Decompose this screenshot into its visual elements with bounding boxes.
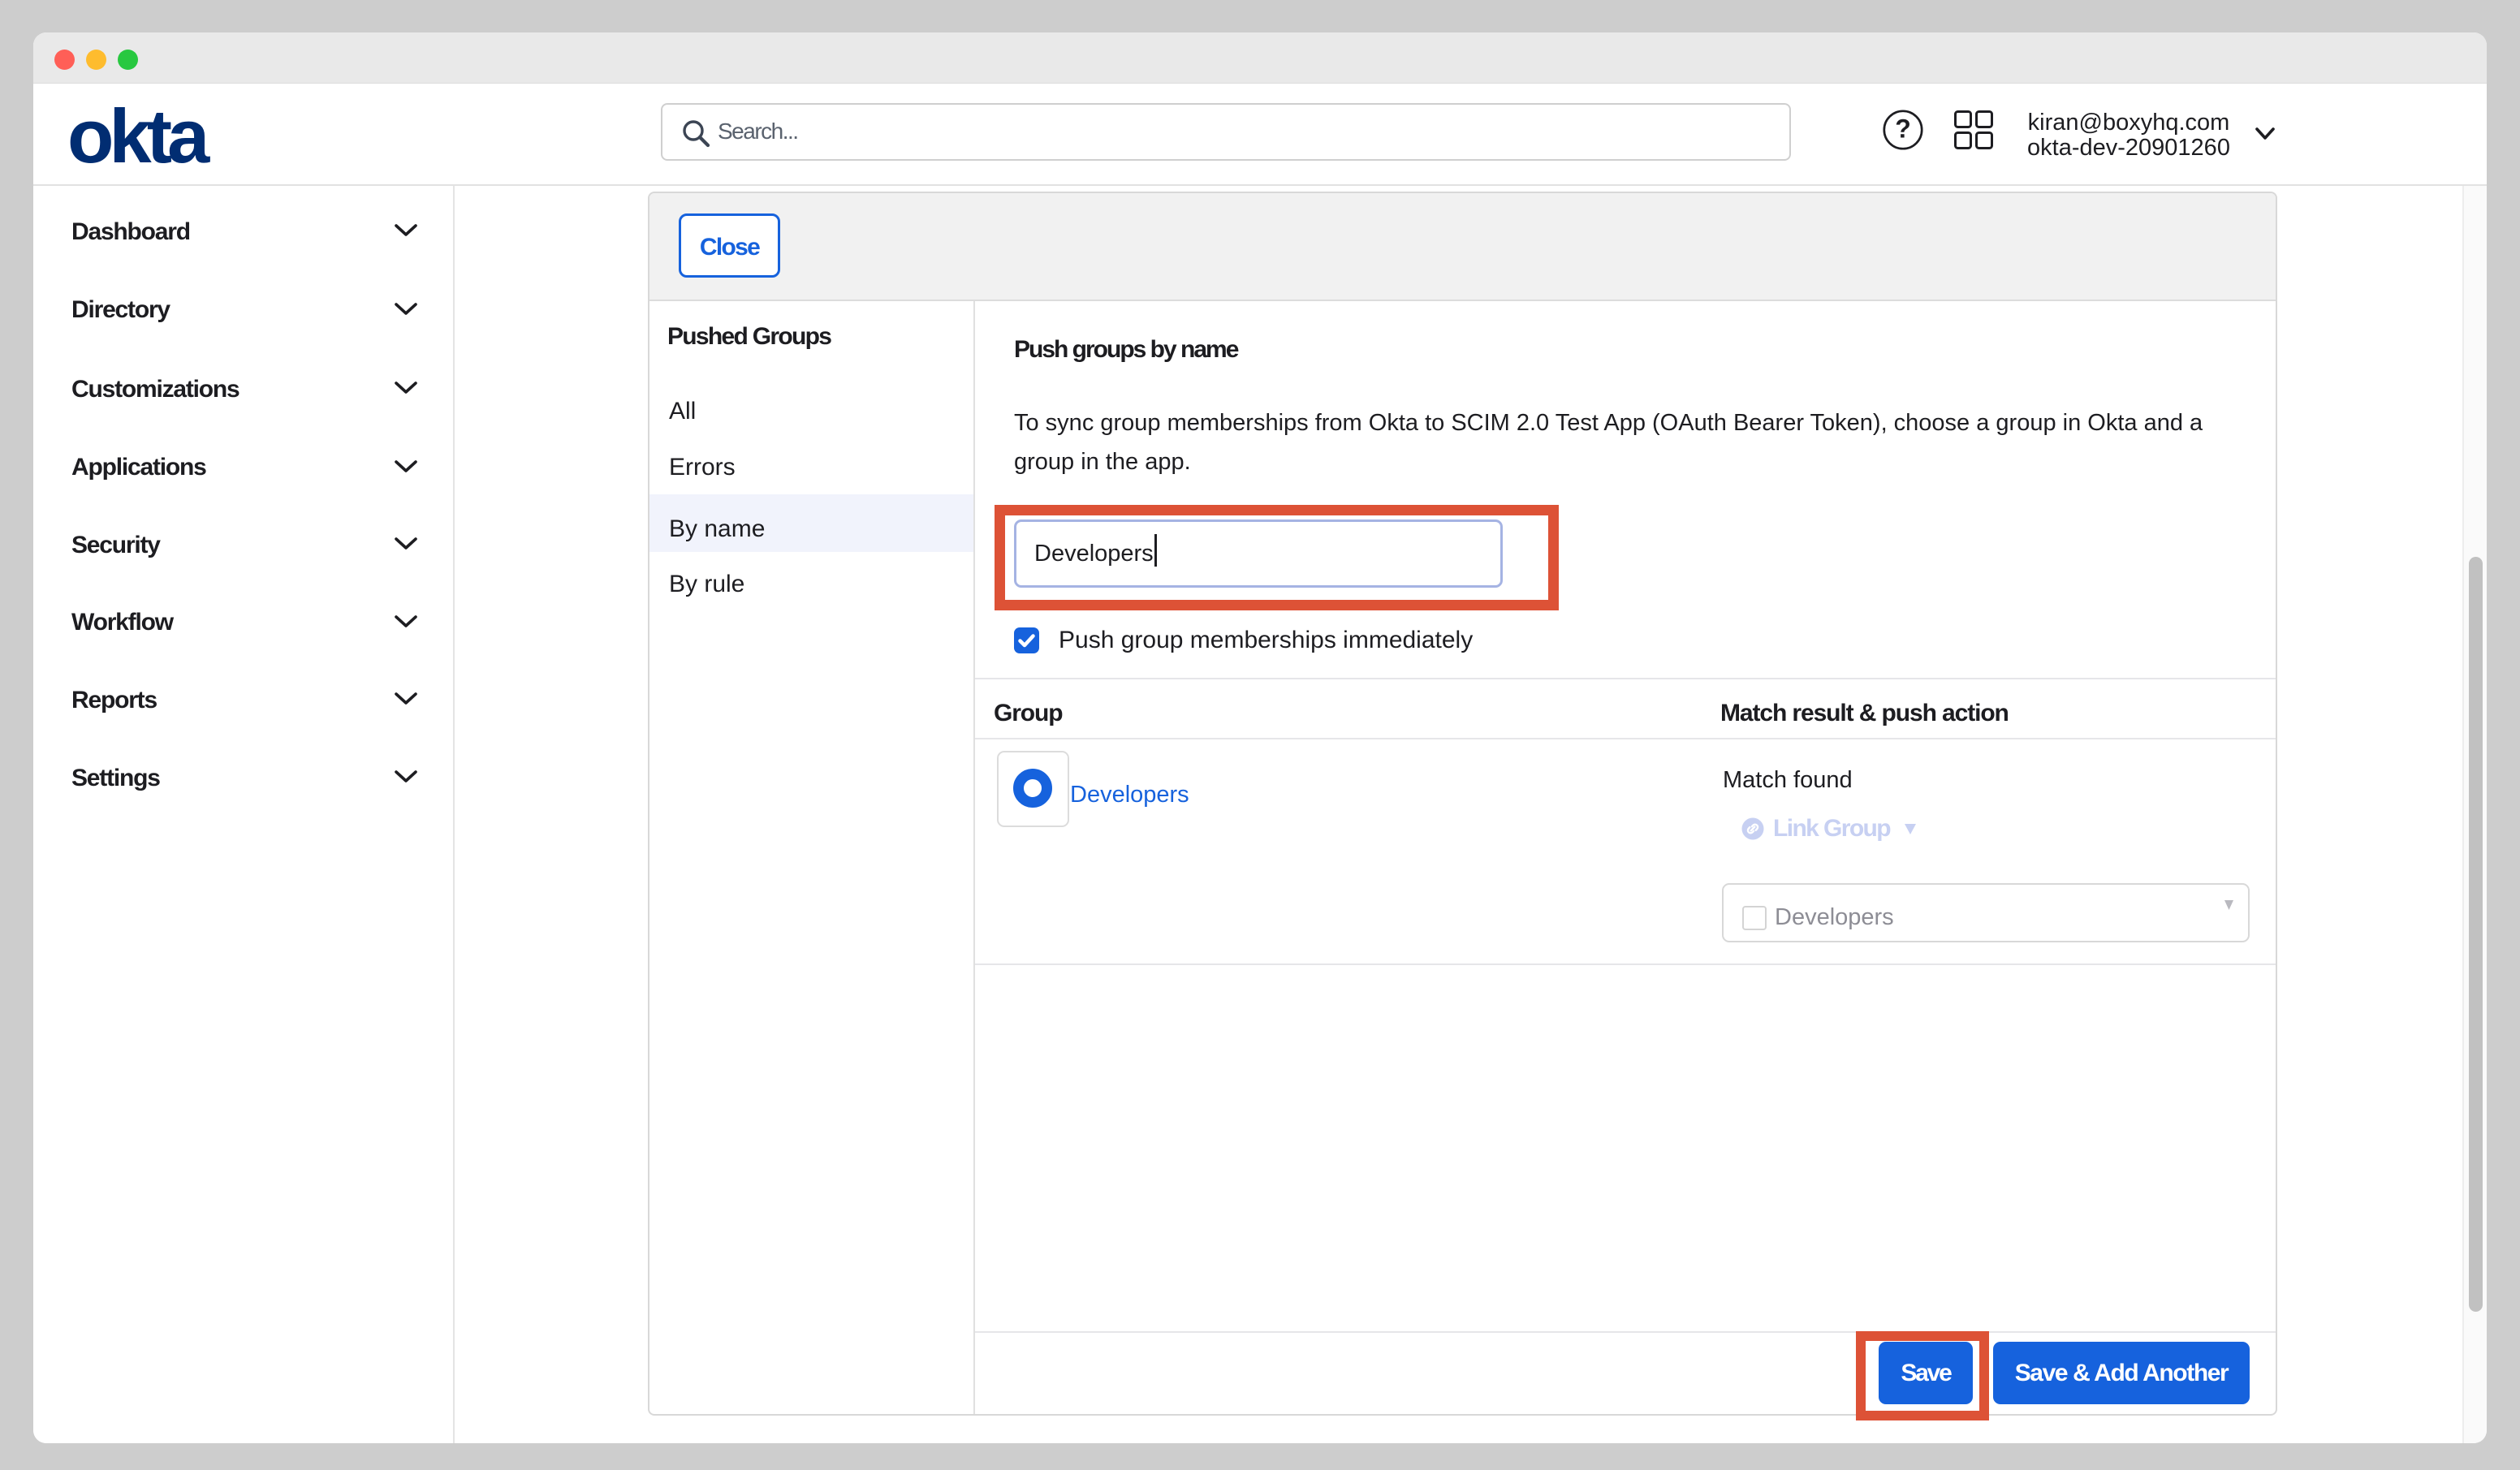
svg-text:?: ? (1895, 114, 1911, 144)
